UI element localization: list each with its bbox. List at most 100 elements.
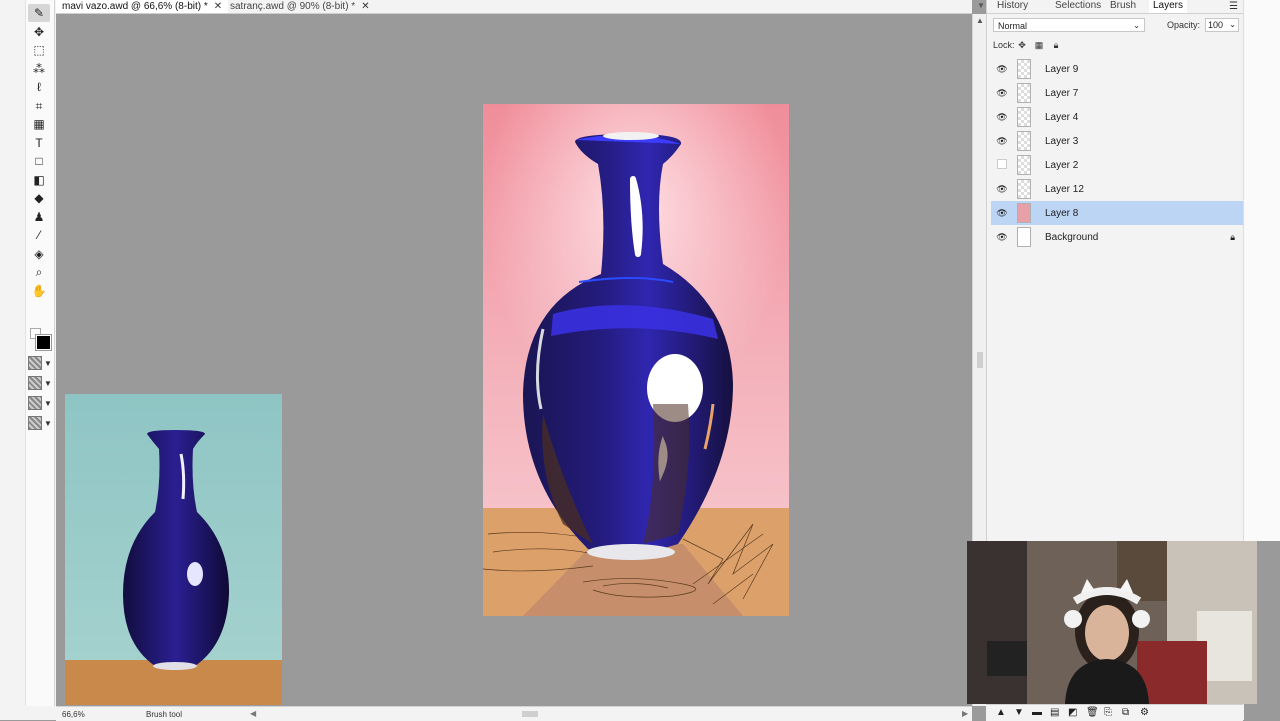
layer-name: Layer 7 [1045, 87, 1079, 99]
painting-canvas[interactable] [483, 104, 789, 616]
blend-mode-value: Normal [998, 21, 1028, 31]
text-tool-icon[interactable]: T [28, 134, 50, 152]
tab-brush[interactable]: Brush [1110, 0, 1136, 13]
tab-history[interactable]: History [997, 0, 1028, 13]
eye-icon[interactable]: 👁︎ [993, 64, 1011, 75]
layer-name: Layer 9 [1045, 63, 1079, 75]
tab-layers[interactable]: Layers [1149, 0, 1188, 13]
layer-row[interactable]: 👁︎ Background 🔒︎ [991, 225, 1243, 249]
eraser-tool-icon[interactable]: ◆ [28, 189, 50, 207]
close-icon[interactable]: ✕ [361, 1, 369, 13]
eye-icon[interactable]: 👁︎ [993, 208, 1011, 219]
layer-name: Layer 4 [1045, 111, 1079, 123]
tools-toolbar: ✎ ✥ ⬚ ⁂ ℓ ⌗ ▦ T □ ◧ ◆ ♟ ⁄ ◈ ⌕ ✋ ▼ ▼ ▼ ▼ [0, 0, 56, 720]
magic-wand-tool-icon[interactable]: ⁂ [28, 60, 50, 78]
layer-thumbnail [1017, 107, 1031, 127]
layer-row[interactable]: 👁︎ Layer 4 [991, 105, 1243, 129]
texture-selector[interactable]: ▼ [28, 396, 52, 410]
eyedropper-tool-icon[interactable]: ⁄ [28, 226, 50, 244]
blend-mode-select[interactable]: Normal ⌄ [993, 18, 1145, 32]
layer-name: Layer 3 [1045, 135, 1079, 147]
move-tool-icon[interactable]: ✥ [28, 23, 50, 41]
brush-tool-icon[interactable]: ✎ [28, 4, 50, 22]
duplicate-layer-icon[interactable]: ⎘ [1104, 707, 1112, 718]
layer-row[interactable]: 👁︎ Layer 12 [991, 177, 1243, 201]
opacity-field[interactable]: 100 ⌄ [1205, 18, 1239, 32]
tab-selections[interactable]: Selections [1055, 0, 1101, 13]
layer-thumbnail [1017, 203, 1031, 223]
layer-row[interactable]: 👁︎ Layer 9 [991, 57, 1243, 81]
layer-name: Layer 8 [1045, 207, 1079, 219]
opacity-value: 100 [1208, 20, 1224, 30]
layer-thumbnail [1017, 131, 1031, 151]
layer-thumbnail [1017, 179, 1031, 199]
eye-hidden-icon[interactable] [993, 159, 1011, 171]
layer-row[interactable]: Layer 2 [991, 153, 1243, 177]
clone-stamp-tool-icon[interactable]: ♟ [28, 208, 50, 226]
scroll-up-icon[interactable]: ▲ [976, 16, 984, 25]
eye-icon[interactable]: 👁︎ [993, 112, 1011, 123]
layer-thumbnail [1017, 59, 1031, 79]
layer-actions-bar: ▲ ▼ ▬ ▤ ◩ 🗑︎ ⎘ ⧉ ⚙︎ [986, 704, 1243, 721]
webcam-overlay [967, 541, 1257, 704]
new-layer-icon[interactable]: ▤ [1050, 707, 1059, 718]
layer-name: Layer 2 [1045, 159, 1079, 171]
scroll-left-icon[interactable]: ◀ [250, 709, 256, 718]
new-group-icon[interactable]: ▬ [1032, 707, 1042, 718]
vertical-scroll-thumb[interactable] [977, 352, 983, 368]
merge-layer-icon[interactable]: ⧉ [1122, 707, 1129, 718]
tab-label: satranç.awd @ 90% (8-bit) * [230, 0, 356, 12]
rect-select-tool-icon[interactable]: ⬚ [28, 41, 50, 59]
zoom-level[interactable]: 66,6% [62, 710, 85, 719]
layer-row-selected[interactable]: 👁︎ Layer 8 [991, 201, 1243, 225]
horizontal-scroll-thumb[interactable] [522, 711, 538, 717]
layer-thumbnail [1017, 155, 1031, 175]
brush-tip-selector[interactable]: ▼ [28, 376, 52, 390]
document-tab-bar: mavi vazo.awd @ 66,6% (8-bit) * ✕ satran… [56, 0, 972, 14]
layer-thumbnail [1017, 227, 1031, 247]
layer-settings-icon[interactable]: ⚙︎ [1140, 707, 1149, 718]
tab-satranc[interactable]: satranç.awd @ 90% (8-bit) * ✕ [224, 0, 376, 13]
active-tool-name: Brush tool [146, 710, 183, 719]
close-icon[interactable]: ✕ [214, 1, 222, 13]
eye-icon[interactable]: 👁︎ [993, 136, 1011, 147]
right-edge-strip [1243, 0, 1280, 541]
chevron-down-icon: ⌄ [1133, 21, 1140, 30]
lasso-tool-icon[interactable]: ℓ [28, 78, 50, 96]
mode-selector[interactable]: ▼ [28, 416, 52, 430]
lock-label: Lock: [993, 40, 1015, 50]
eye-icon[interactable]: 👁︎ [993, 232, 1011, 243]
panel-tab-bar: ▼ History Selections Brush Layers ☰ [977, 0, 1244, 14]
lock-position-icon[interactable]: ✥ [1016, 39, 1028, 51]
layer-thumbnail [1017, 83, 1031, 103]
scroll-right-icon[interactable]: ▶ [962, 709, 968, 718]
eye-icon[interactable]: 👁︎ [993, 184, 1011, 195]
lock-transparency-icon[interactable]: ▦ [1033, 39, 1045, 51]
grid-tool-icon[interactable]: ▦ [28, 115, 50, 133]
collapse-panel-icon[interactable]: ▼ [977, 1, 985, 10]
lock-icon: 🔒︎ [1230, 231, 1235, 242]
reference-photo [65, 394, 282, 705]
eye-icon[interactable]: 👁︎ [993, 88, 1011, 99]
tab-label: mavi vazo.awd @ 66,6% (8-bit) * [62, 0, 208, 12]
hand-tool-icon[interactable]: ✋ [28, 282, 50, 300]
opacity-label: Opacity: [1167, 20, 1201, 30]
move-down-icon[interactable]: ▼ [1014, 707, 1024, 718]
chevron-down-icon[interactable]: ⌄ [1229, 19, 1236, 31]
delete-layer-icon[interactable]: 🗑︎ [1086, 707, 1099, 718]
zoom-tool-icon[interactable]: ⌕ [28, 263, 50, 281]
mask-icon[interactable]: ◩ [1068, 707, 1077, 718]
panel-menu-icon[interactable]: ☰ [1229, 1, 1238, 12]
fill-tool-icon[interactable]: ◈ [28, 245, 50, 263]
move-up-icon[interactable]: ▲ [996, 707, 1006, 718]
brush-preset-selector[interactable]: ▼ [28, 356, 52, 370]
lock-all-icon[interactable]: 🔒︎ [1050, 39, 1062, 51]
layer-list: 👁︎ Layer 9 👁︎ Layer 7 👁︎ Layer 4 👁︎ Laye… [991, 57, 1243, 249]
layer-row[interactable]: 👁︎ Layer 3 [991, 129, 1243, 153]
gradient-tool-icon[interactable]: ◧ [28, 171, 50, 189]
tab-mavi-vazo[interactable]: mavi vazo.awd @ 66,6% (8-bit) * ✕ [56, 0, 229, 13]
foreground-color-swatch[interactable] [36, 335, 51, 350]
crop-tool-icon[interactable]: ⌗ [28, 97, 50, 115]
shape-tool-icon[interactable]: □ [28, 152, 50, 170]
layer-row[interactable]: 👁︎ Layer 7 [991, 81, 1243, 105]
